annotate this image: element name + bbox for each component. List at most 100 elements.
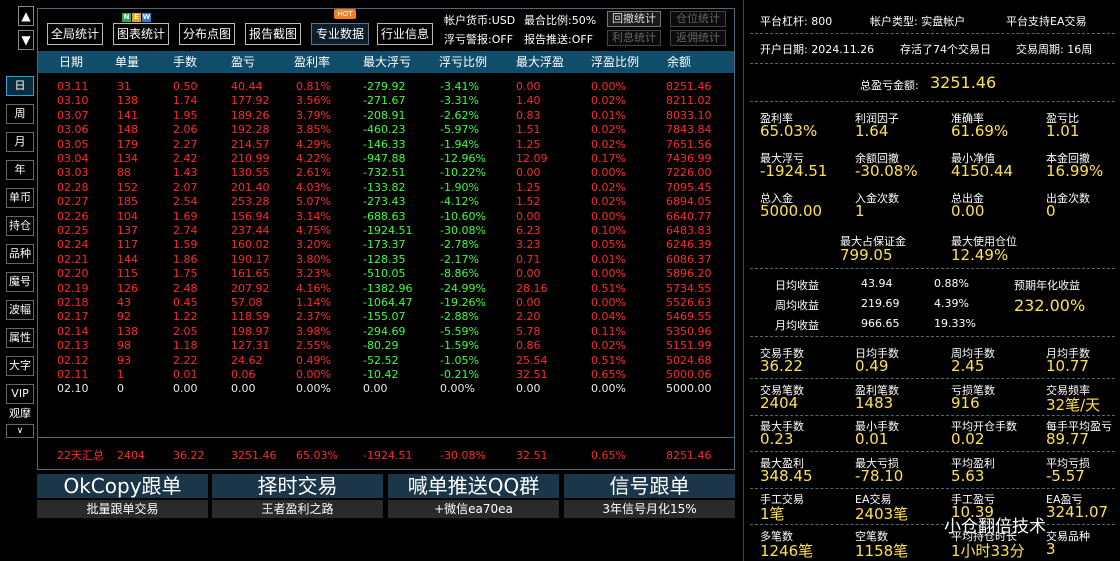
nav-observe[interactable]: 观摩 [6,405,34,425]
table-row[interactable]: 02.25 137 2.74 237.44 4.75% -1924.51 -30.08% 6.… [38,223,734,238]
table-row[interactable]: 03.11 31 0.50 40.44 0.81% -279.92 -3.41% 0.00 0.… [38,79,734,94]
cell-float-profit-ratio: 0.01% [591,252,626,266]
cell-orders: 1 [117,368,124,381]
cell-orders: 134 [117,152,138,165]
new-badge-letter: N [122,13,131,22]
industry-info-button[interactable]: 行业信息 [377,23,433,45]
global-stats-button[interactable]: 全局统计 [47,23,103,45]
cell-date: 03.10 [57,94,89,108]
col-lots[interactable]: 手数 [173,51,197,73]
banner-okcopy[interactable]: OkCopy跟单 批量跟单交易 [37,474,208,518]
cell-lots: 1.95 [173,108,198,122]
float-loss-alert: 浮亏警报:OFF [444,33,514,46]
scroll-down-icon[interactable]: ▼ [18,30,34,50]
nav-week[interactable]: 周 [6,104,34,124]
table-row[interactable]: 02.19 126 2.48 207.92 4.16% -1382.96 -24.99% 28… [38,281,734,296]
banner-signal-follow[interactable]: 信号跟单 3年信号月化15% [564,474,735,518]
col-float-loss-ratio[interactable]: 浮亏比例 [439,51,487,73]
stat-value: 1246笔 [760,541,814,560]
col-max-float-profit[interactable]: 最大浮盈 [516,51,564,73]
interest-stats-button[interactable]: 利息统计 [607,30,661,46]
col-date[interactable]: 日期 [59,51,83,73]
stat-value: 0.23 [760,430,794,448]
cell-max-float-profit: 1.52 [516,195,541,209]
table-row[interactable]: 02.12 93 2.22 24.62 0.49% -52.52 -1.05% 25.54 0.… [38,353,734,368]
divider [750,524,1115,525]
table-row[interactable]: 03.03 88 1.43 130.55 2.61% -732.51 -10.22% 0.00… [38,165,734,180]
cell-balance: 7095.45 [666,180,712,194]
table-row[interactable]: 03.04 134 2.42 210.99 4.22% -947.88 -12.96% 12.… [38,151,734,166]
nav-day[interactable]: 日 [6,76,34,96]
table-row[interactable]: 03.05 179 2.27 214.57 4.29% -146.33 -1.94% 1.25… [38,137,734,152]
col-pnl[interactable]: 盈亏 [231,51,255,73]
nav-magic[interactable]: 魔号 [6,272,34,292]
hot-badge: HOT [334,9,356,19]
table-row[interactable]: 03.07 141 1.95 189.26 3.79% -208.91 -2.62% 0.83… [38,108,734,123]
table-row[interactable]: 02.20 115 1.75 161.65 3.23% -510.05 -8.86% 0.00… [38,266,734,281]
col-orders[interactable]: 单量 [115,51,139,73]
col-balance[interactable]: 余额 [667,51,691,73]
table-row[interactable]: 02.27 185 2.54 253.28 5.07% -273.43 -4.12% 1.52… [38,194,734,209]
summary-label: 22天汇总 [57,449,104,462]
cell-orders: 117 [117,238,138,252]
nav-single-currency[interactable]: 单币 [6,188,34,208]
avg-label: 日均收益 [775,279,819,292]
cell-profit-rate: 3.85% [296,123,331,137]
table-row[interactable]: 02.11 1 0.01 0.06 0.00% -10.42 -0.21% 32.51 0.65… [38,367,734,382]
cell-date: 02.25 [57,224,89,237]
rebate-stats-button[interactable]: 返佣统计 [670,30,726,46]
cell-float-profit-ratio: 0.01% [591,108,626,122]
table-row[interactable]: 02.14 138 2.05 198.97 3.98% -294.69 -5.59% 5.78… [38,324,734,339]
table-row[interactable]: 02.21 144 1.86 190.17 3.80% -128.35 -2.17% 0.71… [38,252,734,267]
nav-positions[interactable]: 持仓 [6,216,34,236]
cell-orders: 126 [117,281,138,295]
table-row[interactable]: 02.13 98 1.18 127.31 2.55% -80.29 -1.59% 0.86 0.… [38,338,734,353]
account-currency: 帐户货币:USD [444,14,516,27]
stat-value: -78.10 [855,466,904,485]
cell-float-profit-ratio: 0.02% [591,195,626,209]
nav-year[interactable]: 年 [6,160,34,180]
table-row[interactable]: 02.28 152 2.07 201.40 4.03% -133.82 -1.90% 1.25… [38,180,734,195]
nav-vip[interactable]: VIP [6,384,34,404]
banner-timing-trade[interactable]: 择时交易 王者盈利之路 [212,474,383,518]
chart-stats-button[interactable]: 图表统计 [113,23,169,45]
cell-profit-rate: 5.07% [296,195,331,209]
stat-value: 89.77 [1046,430,1089,448]
pro-data-button[interactable]: 专业数据 [311,23,369,45]
table-row[interactable]: 02.17 92 1.22 118.59 2.37% -155.07 -2.88% 2.20 0… [38,309,734,324]
col-profit-rate[interactable]: 盈利率 [294,51,330,73]
cell-lots: 2.42 [173,152,198,165]
table-row[interactable]: 02.18 43 0.45 57.08 1.14% -1064.47 -19.26% 0.00… [38,295,734,310]
more-chevron-icon[interactable]: ∨ [6,424,34,438]
col-max-float-loss[interactable]: 最大浮亏 [363,51,411,73]
banner-title: 择时交易 [212,474,383,498]
nav-properties[interactable]: 属性 [6,328,34,348]
nav-big-font[interactable]: 大字 [6,356,34,376]
scroll-up-icon[interactable]: ▲ [18,6,34,26]
stat-value: -1924.51 [760,162,828,180]
cell-max-float-profit: 0.71 [516,252,541,266]
report-screenshot-button[interactable]: 报告截图 [245,23,301,45]
cell-float-loss-ratio: -12.96% [440,152,486,165]
cell-lots: 2.05 [173,324,198,338]
banner-title: 信号跟单 [564,474,735,498]
banner-signal-qq[interactable]: 喊单推送QQ群 +微信ea70ea [388,474,559,518]
table-row[interactable]: 03.10 138 1.74 177.92 3.56% -271.67 -3.31% 1.40… [38,93,734,108]
table-row[interactable]: 02.24 117 1.59 160.02 3.20% -173.37 -2.78% 3.23… [38,237,734,252]
nav-amplitude[interactable]: 波幅 [6,300,34,320]
table-row[interactable]: 02.26 104 1.69 156.94 3.14% -688.63 -10.60% 0.0… [38,209,734,224]
cell-max-float-profit: 1.51 [516,123,541,137]
cell-balance: 7843.84 [666,123,712,137]
col-float-profit-ratio[interactable]: 浮盈比例 [591,51,639,73]
table-row[interactable]: 03.06 148 2.06 192.28 3.85% -460.23 -5.97% 1.51… [38,122,734,137]
position-stats-button[interactable]: 仓位统计 [670,11,726,27]
cell-max-float-loss: -294.69 [363,324,406,338]
nav-symbols[interactable]: 品种 [6,244,34,264]
distribution-chart-button[interactable]: 分布点图 [179,23,235,45]
drawdown-stats-button[interactable]: 回撤统计 [607,11,661,27]
cell-balance: 5469.55 [666,310,712,324]
nav-month[interactable]: 月 [6,132,34,152]
cell-balance: 8033.10 [666,108,712,122]
table-row[interactable]: 02.10 0 0.00 0.00 0.00% 0.00 0.00% 0.00 0.00% 500… [38,381,734,396]
cell-max-float-profit: 1.25 [516,137,541,151]
